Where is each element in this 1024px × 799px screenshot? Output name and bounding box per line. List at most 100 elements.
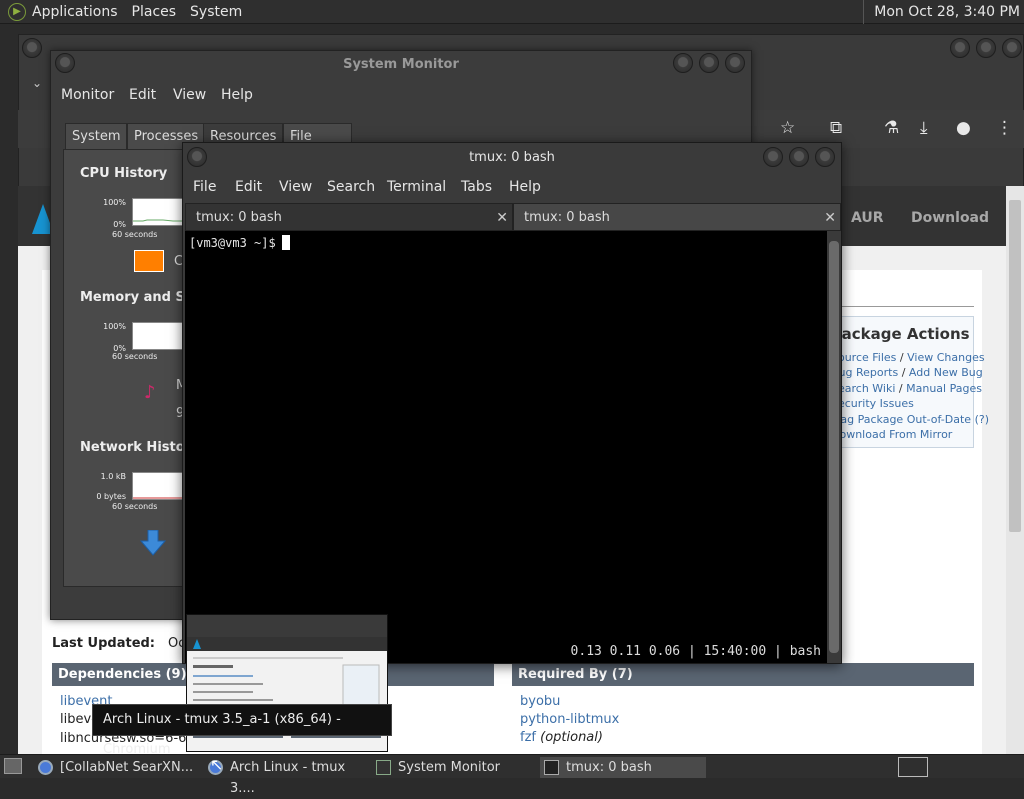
receiving-arrow-icon[interactable] xyxy=(140,530,166,556)
menu-edit[interactable]: Edit xyxy=(235,179,262,195)
window-menu-button[interactable] xyxy=(55,53,75,73)
view-changes-link[interactable]: View Changes xyxy=(907,351,984,364)
close-tab-icon[interactable]: ✕ xyxy=(824,204,836,232)
required-by-link: fzf (optional) xyxy=(520,730,603,745)
taskbar-item-searxng[interactable]: [CollabNet SearXN... xyxy=(34,757,194,778)
tab-system[interactable]: System xyxy=(65,123,128,149)
task-label: tmux: 0 bash xyxy=(566,760,652,775)
scrollbar-thumb[interactable] xyxy=(1009,200,1021,532)
places-menu[interactable]: Places xyxy=(132,4,177,20)
menu-view[interactable]: View xyxy=(173,87,206,103)
minimize-button[interactable] xyxy=(673,53,693,73)
menu-monitor[interactable]: Monitor xyxy=(61,87,114,103)
cpu-history-heading: CPU History xyxy=(80,166,168,181)
chromium-window-controls xyxy=(950,38,1022,58)
page-scrollbar[interactable] xyxy=(1006,186,1024,754)
window-menu-button[interactable] xyxy=(22,38,42,58)
maximize-button[interactable] xyxy=(976,38,996,58)
cpu-axis-0: 0% xyxy=(113,220,126,229)
taskbar-item-arch-linux[interactable]: Arch Linux - tmux 3.... xyxy=(204,757,368,796)
network-graph-line xyxy=(133,497,185,499)
terminal-scrollbar[interactable] xyxy=(827,231,841,663)
cpu-legend-swatch[interactable] xyxy=(134,250,164,272)
menu-tabs[interactable]: Tabs xyxy=(461,179,492,195)
minimize-button[interactable] xyxy=(763,147,783,167)
tab-list-chevron-icon[interactable]: ⌄ xyxy=(32,76,42,90)
tmux-status-line: 0.13 0.11 0.06 | 15:40:00 | bash xyxy=(570,644,821,659)
mouse-pointer-icon: ↖ xyxy=(210,755,224,774)
flag-out-of-date-link[interactable]: Flag Package Out-of-Date (?) xyxy=(831,413,989,426)
net-axis-time: 60 seconds xyxy=(112,502,158,511)
menu-terminal[interactable]: Terminal xyxy=(387,179,446,195)
top-panel: ▶ Applications Places System Mon Oct 28,… xyxy=(0,0,1024,24)
kebab-menu-icon[interactable]: ⋮ xyxy=(996,118,1013,138)
package-actions-title: Package Actions xyxy=(831,325,970,343)
system-menu[interactable]: System xyxy=(190,4,242,20)
window-menu-button[interactable] xyxy=(187,147,207,167)
maximize-button[interactable] xyxy=(699,53,719,73)
prompt-text: [vm3@vm3 ~]$ xyxy=(189,236,276,250)
bookmark-star-icon[interactable]: ☆ xyxy=(780,118,795,138)
menu-search[interactable]: Search xyxy=(327,179,375,195)
window-title: tmux: 0 bash xyxy=(469,150,555,165)
terminal-tab-2[interactable]: tmux: 0 bash ✕ xyxy=(513,203,841,231)
clock[interactable]: Mon Oct 28, 3:40 PM xyxy=(863,0,1020,24)
download-from-mirror-link[interactable]: Download From Mirror xyxy=(831,428,952,441)
task-label: Arch Linux - tmux 3.... xyxy=(230,760,346,796)
add-new-bug-link[interactable]: Add New Bug xyxy=(909,366,983,379)
mem-axis-time: 60 seconds xyxy=(112,352,158,361)
tab-label: tmux: 0 bash xyxy=(524,210,610,225)
chromium-icon xyxy=(38,760,53,775)
security-issues-link[interactable]: Security Issues xyxy=(831,397,914,410)
manual-pages-link[interactable]: Manual Pages xyxy=(906,382,982,395)
close-button[interactable] xyxy=(815,147,835,167)
menu-view[interactable]: View xyxy=(279,179,312,195)
optional-label: (optional) xyxy=(540,730,603,745)
system-monitor-icon xyxy=(376,760,391,775)
memory-graph xyxy=(132,322,184,350)
taskbar-tooltip: Arch Linux - tmux 3.5_a-1 (x86_64) - Chr… xyxy=(92,704,392,757)
terminal-tab-1[interactable]: tmux: 0 bash ✕ xyxy=(185,203,513,231)
menu-edit[interactable]: Edit xyxy=(129,87,156,103)
required-by-link[interactable]: byobu xyxy=(520,694,560,709)
taskbar-item-system-monitor[interactable]: System Monitor xyxy=(372,757,534,778)
scrollbar-thumb[interactable] xyxy=(829,241,839,653)
nav-download[interactable]: Download xyxy=(911,210,989,226)
menu-file[interactable]: File xyxy=(193,179,216,195)
cpu-graph-line xyxy=(133,219,185,222)
distro-logo-icon[interactable]: ▶ xyxy=(8,2,26,21)
menu-help[interactable]: Help xyxy=(221,87,253,103)
task-label: System Monitor xyxy=(398,760,501,775)
terminal-window[interactable]: tmux: 0 bash File Edit View Search Termi… xyxy=(182,142,842,664)
shell-prompt: [vm3@vm3 ~]$ xyxy=(189,235,290,250)
chromium-window-menu xyxy=(22,38,42,58)
labs-flask-icon[interactable]: ⚗ xyxy=(884,118,899,138)
network-graph xyxy=(132,472,185,500)
required-by-link[interactable]: python-libtmux xyxy=(520,712,619,727)
profile-icon[interactable]: ● xyxy=(956,118,971,138)
maximize-button[interactable] xyxy=(789,147,809,167)
minimize-button[interactable] xyxy=(950,38,970,58)
close-tab-icon[interactable]: ✕ xyxy=(496,204,508,232)
required-by-link-name[interactable]: fzf xyxy=(520,730,536,745)
close-button[interactable] xyxy=(1002,38,1022,58)
cpu-graph xyxy=(132,198,185,226)
workspace-switcher[interactable] xyxy=(898,757,928,777)
nav-aur[interactable]: AUR xyxy=(851,210,884,226)
terminal-icon xyxy=(544,760,559,775)
last-updated-label: Last Updated: xyxy=(52,636,156,651)
terminal-screen[interactable]: [vm3@vm3 ~]$ 0.13 0.11 0.06 | 15:40:00 |… xyxy=(185,231,827,663)
download-icon[interactable]: ⤓ xyxy=(920,118,928,138)
text-cursor xyxy=(281,235,290,250)
menubar: Monitor Edit View Help xyxy=(51,87,751,107)
show-desktop-icon[interactable] xyxy=(4,758,22,774)
window-title: System Monitor xyxy=(343,57,459,72)
menu-help[interactable]: Help xyxy=(509,179,541,195)
close-button[interactable] xyxy=(725,53,745,73)
mem-axis-100: 100% xyxy=(103,322,126,331)
applications-menu[interactable]: Applications xyxy=(32,4,118,20)
memory-pie-icon[interactable]: ♪ xyxy=(144,382,156,403)
required-by-header: Required By (7) xyxy=(512,663,974,686)
extensions-icon[interactable]: ⧉ xyxy=(830,118,842,138)
taskbar-item-terminal[interactable]: tmux: 0 bash xyxy=(540,757,706,778)
